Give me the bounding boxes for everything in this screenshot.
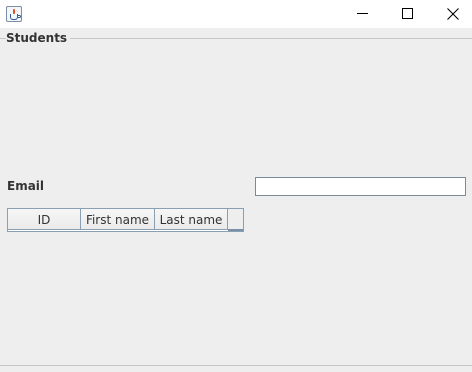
group-border	[0, 38, 472, 39]
title-bar	[0, 0, 472, 28]
email-field[interactable]	[255, 177, 466, 196]
column-header-first-name[interactable]: First name	[81, 209, 155, 230]
table-viewport[interactable]	[8, 229, 228, 231]
students-table[interactable]: ID First name Last name	[7, 208, 244, 232]
close-icon	[447, 8, 459, 20]
maximize-icon	[402, 8, 413, 19]
java-cup-icon	[6, 6, 22, 22]
minimize-button[interactable]	[340, 0, 386, 28]
column-header-last-name[interactable]: Last name	[155, 209, 228, 230]
students-panel: Students Email ID First name Last name	[0, 28, 472, 372]
table-corner	[228, 209, 243, 230]
maximize-button[interactable]	[385, 0, 431, 28]
window-bottom-border	[0, 365, 472, 366]
minimize-icon	[357, 13, 368, 14]
table-header: ID First name Last name	[8, 209, 243, 230]
vertical-scrollbar[interactable]	[228, 229, 243, 231]
column-header-id[interactable]: ID	[8, 209, 81, 230]
students-group-title: Students	[6, 31, 71, 45]
close-button[interactable]	[430, 0, 472, 28]
email-label: Email	[7, 179, 45, 193]
